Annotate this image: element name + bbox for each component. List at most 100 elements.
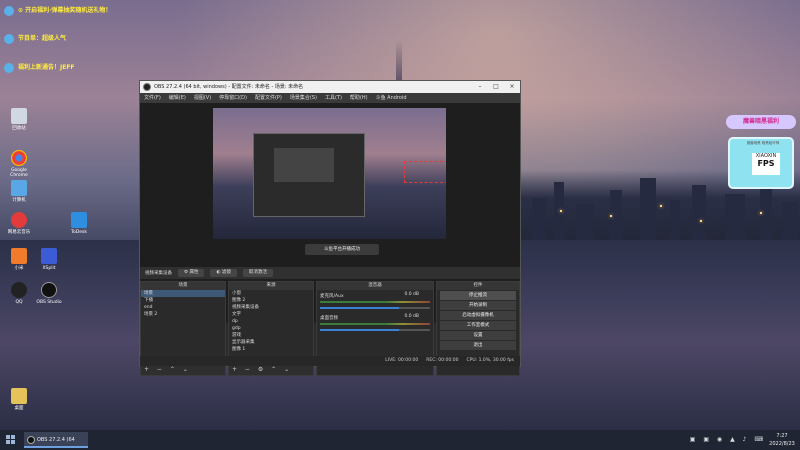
- volume-slider[interactable]: [320, 329, 430, 331]
- promo-widget: 魔兽暗黑福利 魔兽暗黑 暗黑破坏神 XIAOXIN FPS: [726, 115, 796, 191]
- scenes-header: 场景: [141, 282, 225, 290]
- desktop-icon-recycle-bin[interactable]: 回收站: [4, 108, 34, 131]
- cpu-indicator: CPU: 1.0%, 30.00 fps: [466, 358, 515, 363]
- controls-header: 控件: [437, 282, 519, 290]
- level-meter: [320, 323, 430, 325]
- source-item[interactable]: 显示器采集: [229, 339, 313, 346]
- star-icon: [4, 34, 14, 44]
- chrome-icon: [11, 150, 27, 166]
- fps-badge: XIAOXIN FPS: [752, 153, 780, 175]
- stream-banner-3: 福利上新通告！JEFF: [2, 62, 75, 74]
- start-recording-button[interactable]: 开始录制: [440, 301, 516, 310]
- volume-slider[interactable]: [320, 307, 430, 309]
- source-item[interactable]: 图像 2: [229, 297, 313, 304]
- app-icon: [11, 248, 27, 264]
- status-bar: LIVE: 00:00:00 REC: 00:00:00 CPU: 1.0%, …: [140, 356, 520, 366]
- start-button[interactable]: [6, 435, 16, 445]
- source-item[interactable]: dp: [229, 318, 313, 325]
- widget-subtitle: 魔兽暗黑 暗黑破坏神: [746, 141, 780, 145]
- taskbar-clock[interactable]: 7:27 2022/8/23: [768, 432, 796, 448]
- scenes-footer-controls[interactable]: + − ⌃ ⌄: [141, 365, 225, 375]
- scene-item[interactable]: 场景 2: [141, 311, 225, 318]
- menu-scene-collection[interactable]: 场景集合(S): [290, 93, 317, 103]
- clock-date: 2022/8/23: [769, 441, 795, 447]
- channel-db: 0.0 dB: [404, 292, 419, 297]
- recycle-bin-icon: [11, 108, 27, 124]
- menu-view[interactable]: 视图(V): [194, 93, 211, 103]
- obs-title-bar[interactable]: OBS 27.2.4 (64 bit, windows) - 配置文件: 未命名…: [140, 81, 520, 93]
- channel-name: 麦克风/Aux: [320, 294, 344, 299]
- desktop-icon-chrome[interactable]: Google Chrome: [4, 150, 34, 178]
- deactivate-button[interactable]: 取消激活: [242, 269, 273, 277]
- obs-icon: [27, 436, 35, 444]
- menu-edit[interactable]: 编辑(E): [169, 93, 186, 103]
- taskbar: OBS 27.2.4 (64 bit)... ▣ ▣ ◉ ▲ ♪ ⌨ 7:27 …: [0, 430, 800, 450]
- maximize-button[interactable]: □: [488, 81, 504, 93]
- source-item[interactable]: gdp: [229, 325, 313, 332]
- source-item[interactable]: 游戏: [229, 332, 313, 339]
- desktop-icon-folder[interactable]: 桌面: [4, 388, 34, 411]
- clock-time: 7:27: [776, 433, 788, 439]
- channel-db: 0.0 dB: [404, 314, 419, 319]
- desktop-icon-obs[interactable]: OBS Studio: [34, 282, 64, 305]
- virtual-camera-button[interactable]: 启动虚拟摄像机: [440, 311, 516, 320]
- close-button[interactable]: ×: [504, 81, 520, 93]
- music-icon: [11, 212, 27, 228]
- rec-indicator: REC: 00:00:00: [426, 358, 459, 363]
- scene-item[interactable]: end: [141, 304, 225, 311]
- remote-icon: [71, 212, 87, 228]
- menu-help[interactable]: 帮助(H): [350, 93, 368, 103]
- stream-toast: 斗鱼平台开播成功: [305, 244, 379, 255]
- desktop-icon-mi[interactable]: 小米: [4, 248, 34, 271]
- mixer-header: 混音器: [317, 282, 433, 290]
- folder-icon: [11, 388, 27, 404]
- source-item[interactable]: 图像 1: [229, 346, 313, 353]
- desktop-icon-qq[interactable]: QQ: [4, 282, 34, 305]
- widget-title: 魔兽暗黑福利: [726, 115, 796, 129]
- filters-button[interactable]: ◐ 滤镜: [210, 269, 237, 277]
- computer-icon: [11, 180, 27, 196]
- exit-button[interactable]: 退出: [440, 341, 516, 350]
- stream-banner-1: ⊙ 开启福利·弹幕抽奖随机送礼物！: [2, 5, 111, 17]
- menu-douyu[interactable]: 斗鱼 Android: [376, 93, 407, 103]
- obs-logo-icon: [143, 83, 151, 91]
- desktop-icon-computer[interactable]: 计算机: [4, 180, 34, 203]
- desktop-icon-music[interactable]: 网易云音乐: [4, 212, 34, 235]
- source-item[interactable]: 视频采集设备: [229, 304, 313, 311]
- channel-name: 桌面音频: [320, 316, 338, 321]
- studio-mode-button[interactable]: 工作室模式: [440, 321, 516, 330]
- obs-icon: [41, 282, 57, 298]
- source-toolbar: 视频采集设备 ⚙ 属性 ◐ 滤镜 取消激活: [140, 267, 520, 279]
- source-item[interactable]: 文字: [229, 311, 313, 318]
- menu-file[interactable]: 文件(F): [144, 93, 161, 103]
- minimize-button[interactable]: –: [472, 81, 488, 93]
- taskbar-obs-app[interactable]: OBS 27.2.4 (64 bit)...: [24, 432, 88, 448]
- sources-footer-controls[interactable]: + − ⚙ ⌃ ⌄: [229, 365, 313, 375]
- selected-source-bounds[interactable]: [404, 161, 446, 183]
- source-item[interactable]: 小窗: [229, 290, 313, 297]
- level-meter: [320, 301, 430, 303]
- stop-streaming-button[interactable]: 停止推流: [440, 291, 516, 300]
- qq-icon: [11, 282, 27, 298]
- star-icon: [4, 63, 14, 73]
- nested-obs-capture: [253, 133, 365, 217]
- system-tray[interactable]: ▣ ▣ ◉ ▲ ♪ ⌨: [690, 436, 766, 443]
- menu-tools[interactable]: 工具(T): [325, 93, 342, 103]
- window-title: OBS 27.2.4 (64 bit, windows) - 配置文件: 未命名…: [154, 84, 304, 90]
- scene-item[interactable]: 下播: [141, 297, 225, 304]
- desktop-icon-xsplit[interactable]: XSplit: [34, 248, 64, 271]
- desktop-icon-todesk[interactable]: ToDesk: [64, 212, 94, 235]
- menu-docks[interactable]: 停靠窗口(D): [219, 93, 247, 103]
- widget-card: 魔兽暗黑 暗黑破坏神 XIAOXIN FPS: [728, 137, 794, 189]
- preview-area: 斗鱼平台开播成功 视频采集设备 ⚙ 属性 ◐ 滤镜 取消激活 场景 场景 下播 …: [140, 103, 520, 376]
- menu-profile[interactable]: 配置文件(P): [255, 93, 282, 103]
- settings-button[interactable]: 设置: [440, 331, 516, 340]
- sources-header: 来源: [229, 282, 313, 290]
- preview-canvas[interactable]: [213, 108, 446, 239]
- app-icon: [41, 248, 57, 264]
- scene-item[interactable]: 场景: [141, 290, 225, 297]
- source-toolbar-label: 视频采集设备: [145, 271, 172, 276]
- properties-button[interactable]: ⚙ 属性: [178, 269, 205, 277]
- mixer-channel: 麦克风/Aux 0.0 dB: [317, 290, 433, 312]
- live-indicator: LIVE: 00:00:00: [385, 358, 419, 363]
